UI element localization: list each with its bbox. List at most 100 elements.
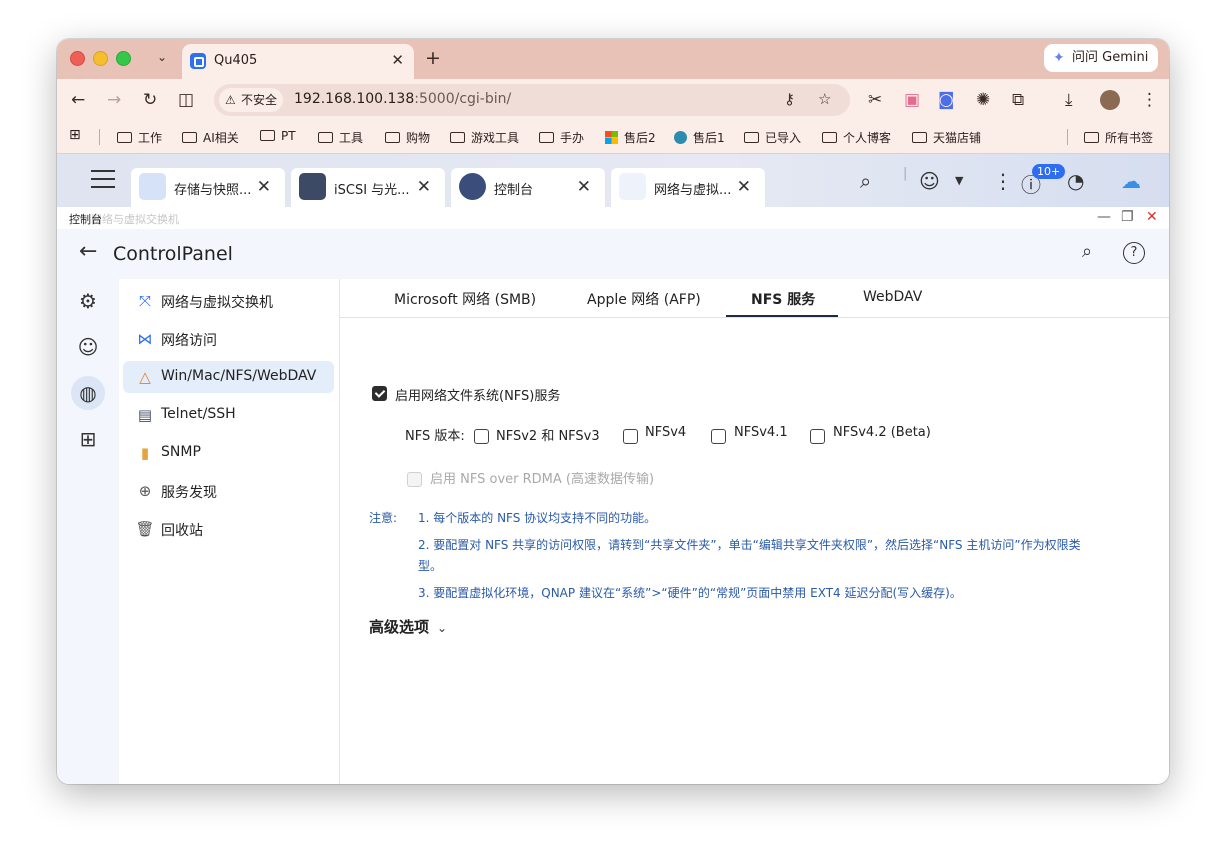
extension-scissors-icon[interactable]: ✂ [868,90,882,110]
file-services-icon: △ [139,368,151,386]
qts-tab-storage[interactable]: 存储与快照... ✕ [131,168,285,207]
bookmark-folder-blog[interactable]: 个人博客 [822,129,891,146]
sidebar-item-telnet-ssh[interactable]: ▤ Telnet/SSH [123,399,334,431]
user-account-icon[interactable]: ☺ [919,169,940,193]
system-settings-icon[interactable]: ⚙ [76,289,100,313]
close-tab-icon[interactable]: ✕ [391,51,404,69]
rdma-label: 启用 NFS over RDMA (高速数据传输) [430,472,655,487]
ask-gemini-button[interactable]: ✦ 问问 Gemini [1044,44,1158,72]
restore-icon[interactable]: ❐ [1121,209,1134,225]
security-chip[interactable]: ⚠ 不安全 [219,88,283,112]
bookmark-separator [1067,129,1068,145]
bookmark-folder-imported[interactable]: 已导入 [744,129,801,146]
bookmark-folder-ai[interactable]: AI相关 [182,129,239,146]
dashboard-gauge-icon[interactable]: ◔ [1067,169,1084,193]
zoom-window-button[interactable] [116,51,131,66]
more-options-icon[interactable]: ⋮ [993,169,1013,193]
nfsv2-v3-checkbox[interactable] [474,429,489,444]
sidebar-item-snmp[interactable]: ▮ SNMP [123,437,334,469]
sidebar-item-file-services[interactable]: △ Win/Mac/NFS/WebDAV [123,361,334,393]
tab-list-chevron-icon[interactable]: ⌄ [153,48,171,66]
nfsv42-checkbox[interactable] [810,429,825,444]
folder-icon [318,132,333,143]
applications-grid-icon[interactable]: ⊞ [76,427,100,451]
sidebar-item-service-discovery[interactable]: ⊕ 服务发现 [123,475,334,507]
browser-toolbar: ← → ↻ ◫ ⚠ 不安全 192.168.100.138:5000/cgi-b… [57,79,1169,121]
enable-nfs-checkbox[interactable] [372,386,387,401]
folder-icon [822,132,837,143]
extension-tv-icon[interactable]: ▣ [904,90,920,110]
bookmark-folder-figures[interactable]: 手办 [539,129,584,146]
qts-tab-label: 控制台 [494,183,534,198]
control-panel-icon [459,173,486,200]
search-icon[interactable]: ⌕ [1082,241,1092,262]
folder-icon [117,132,132,143]
ghost-window-title: 网络与虚拟交换机 [91,213,179,226]
bookmark-folder-tools[interactable]: 工具 [318,129,363,146]
qts-tab-iscsi[interactable]: iSCSI 与光... ✕ [291,168,445,207]
help-icon[interactable]: ? [1123,242,1145,264]
browser-tab-active[interactable]: Qu405 ✕ [182,44,414,79]
qts-tab-control-panel[interactable]: 控制台 ✕ [451,168,605,207]
password-key-icon[interactable]: ⚷ [784,90,795,108]
nfsv4-checkbox[interactable] [623,429,638,444]
tab-afp[interactable]: Apple 网络 (AFP) [587,289,701,309]
bookmarks-bar: ⊞ 工作 AI相关 PT 工具 购物 游戏工具 手办 售后2 售后1 已导入 个… [57,121,1169,154]
folder-icon [1084,132,1099,143]
nfsv41-checkbox[interactable] [711,429,726,444]
menu-kebab-icon[interactable]: ⋮ [1141,90,1158,110]
chevron-down-icon[interactable]: ▼ [955,174,963,187]
bookmark-folder-shopping[interactable]: 购物 [385,129,430,146]
tab-nfs[interactable]: NFS 服务 [751,289,815,309]
search-icon[interactable]: ⌕ [860,169,871,193]
all-bookmarks[interactable]: 所有书签 [1084,129,1153,146]
close-icon[interactable]: ✕ [737,177,751,197]
rdma-checkbox[interactable] [407,472,422,487]
bookmark-aftersale1[interactable]: 售后1 [674,129,725,146]
close-window-button[interactable] [70,51,85,66]
close-icon[interactable]: ✕ [257,177,271,197]
sidebar-item-label: 网络与虚拟交换机 [161,295,273,311]
extension-d-icon[interactable]: ◙ [938,90,955,110]
back-icon[interactable]: ← [71,90,85,110]
main-menu-icon[interactable] [91,170,115,188]
sidebar-item-network-access[interactable]: ⋈ 网络访问 [123,323,334,355]
qts-tab-network[interactable]: 网络与虚拟... ✕ [611,168,765,207]
address-bar[interactable]: ⚠ 不安全 192.168.100.138:5000/cgi-bin/ ⚷ ☆ [214,84,850,116]
extensions-puzzle-icon[interactable]: ⧉ [1012,90,1024,110]
bookmark-star-icon[interactable]: ☆ [818,90,831,108]
forward-icon[interactable]: → [107,90,121,110]
bookmark-folder-tmall[interactable]: 天猫店铺 [912,129,981,146]
tab-webdav[interactable]: WebDAV [863,289,922,305]
tab-smb[interactable]: Microsoft 网络 (SMB) [394,289,536,309]
minimize-icon[interactable]: — [1097,209,1111,225]
close-icon[interactable]: ✕ [417,177,431,197]
bookmark-aftersale2[interactable]: 售后2 [605,129,656,146]
apps-grid-icon[interactable]: ⊞ [69,127,81,143]
advanced-options-toggle[interactable]: 高级选项 ⌄ [369,616,447,637]
new-tab-button[interactable]: + [425,47,441,69]
reload-icon[interactable]: ↻ [143,90,157,110]
cloud-icon[interactable]: ☁ [1121,169,1141,193]
network-access-icon: ⋈ [137,330,153,348]
close-icon[interactable]: ✕ [1146,209,1158,225]
download-icon[interactable]: ⤓ [1065,90,1073,110]
network-globe-icon[interactable]: ◍ [71,376,105,410]
sidebar-item-recycle-bin[interactable]: 🗑 回收站 [123,513,334,545]
privilege-users-icon[interactable]: ☺ [76,335,100,359]
extension-openai-icon[interactable]: ✺ [976,90,990,110]
profile-avatar[interactable] [1100,90,1120,110]
bookmark-folder-pt[interactable]: PT [260,129,296,143]
close-icon[interactable]: ✕ [577,177,591,197]
reader-mode-icon[interactable]: ◫ [178,90,194,110]
minimize-window-button[interactable] [93,51,108,66]
back-arrow-icon[interactable]: ← [79,239,97,264]
bookmark-folder-game-tools[interactable]: 游戏工具 [450,129,519,146]
trash-icon: 🗑 [135,520,155,538]
url-text[interactable]: 192.168.100.138:5000/cgi-bin/ [294,91,511,107]
sidebar-item-network-switch[interactable]: ⤧ 网络与虚拟交换机 [123,285,334,317]
qts-tab-label: 网络与虚拟... [654,183,732,198]
bookmark-folder-work[interactable]: 工作 [117,129,162,146]
enable-nfs-label: 启用网络文件系统(NFS)服务 [395,389,561,404]
nfsv41-label: NFSv4.1 [734,425,788,440]
